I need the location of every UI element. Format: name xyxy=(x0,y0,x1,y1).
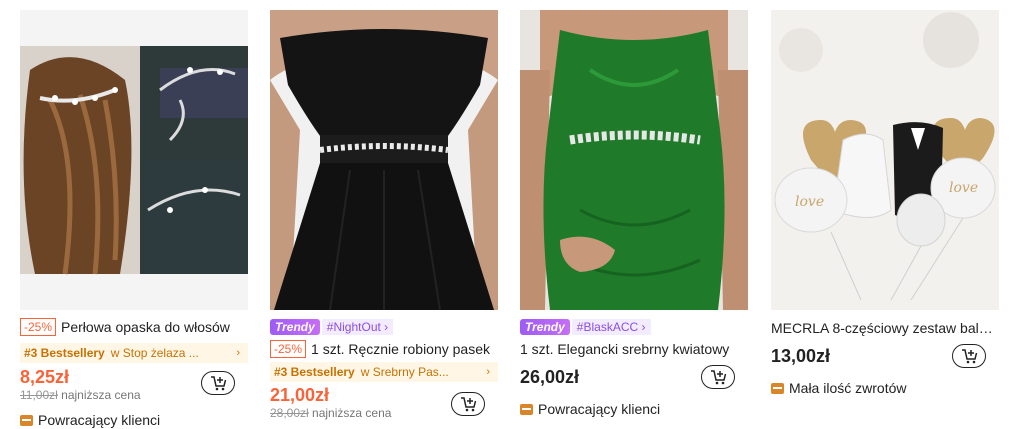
chevron-right-icon: › xyxy=(641,320,646,334)
returns-label: Mała ilość zwrotów xyxy=(789,380,907,396)
product-image[interactable] xyxy=(20,10,248,310)
return-box-icon xyxy=(20,415,33,426)
returns-info: Mała ilość zwrotów xyxy=(771,379,999,397)
lowest-price-label: najniższa cena xyxy=(312,406,392,420)
product-card[interactable]: -25% Perłowa opaska do włosów #3 Bestsell… xyxy=(20,10,248,428)
add-to-cart-button[interactable] xyxy=(201,371,235,395)
returns-label: Powracający klienci xyxy=(38,412,161,428)
trendy-row[interactable]: Trendy #BlaskACC › xyxy=(520,319,748,335)
add-to-cart-button[interactable] xyxy=(952,344,986,368)
trendy-badge: Trendy xyxy=(520,319,570,335)
product-card[interactable]: love love MECRLA 8-częściowy zestaw balo… xyxy=(771,10,999,423)
hashtag-label: #BlaskACC xyxy=(576,320,639,334)
product-card[interactable]: Trendy #BlaskACC › 1 szt. Elegancki srebr… xyxy=(520,10,748,423)
bestseller-rank: #3 Bestsellery xyxy=(24,346,105,360)
add-to-cart-icon xyxy=(461,397,477,412)
lowest-price-label: najniższa cena xyxy=(61,388,141,402)
chevron-right-icon: › xyxy=(486,366,490,378)
product-title[interactable]: 1 szt. Elegancki srebrny kwiatowy xyxy=(520,340,748,358)
returns-info: Powracający klienci xyxy=(20,411,248,429)
old-price: 11,00zł xyxy=(20,388,58,402)
returns-info: Powracający klienci xyxy=(520,400,748,418)
balloon-text: love xyxy=(949,180,978,196)
product-title[interactable]: 1 szt. Ręcznie robiony pasek xyxy=(311,341,490,357)
return-box-icon xyxy=(771,383,784,394)
returns-label: Powracający klienci xyxy=(538,401,661,417)
product-card[interactable]: Trendy #NightOut › -25% 1 szt. Ręcznie rob… xyxy=(270,10,498,423)
add-to-cart-button[interactable] xyxy=(701,365,735,389)
product-title-row[interactable]: -25% 1 szt. Ręcznie robiony pasek xyxy=(270,340,498,358)
hashtag-badge[interactable]: #NightOut › xyxy=(321,319,394,335)
bestseller-rank: #3 Bestsellery xyxy=(274,365,355,379)
old-price: 28,00zł xyxy=(270,406,309,420)
discount-badge: -25% xyxy=(20,318,57,336)
chevron-right-icon: › xyxy=(384,320,389,334)
return-box-icon xyxy=(520,404,533,415)
add-to-cart-icon xyxy=(711,370,727,385)
hashtag-label: #NightOut xyxy=(326,320,381,334)
add-to-cart-icon xyxy=(962,349,978,364)
add-to-cart-icon xyxy=(211,376,227,391)
balloon-text: love xyxy=(795,194,824,210)
add-to-cart-button[interactable] xyxy=(451,392,485,416)
hashtag-badge[interactable]: #BlaskACC › xyxy=(571,319,651,335)
discount-badge: -25% xyxy=(270,340,307,358)
product-title-row[interactable]: -25% Perłowa opaska do włosów xyxy=(20,318,248,336)
product-image[interactable] xyxy=(520,10,748,310)
bestseller-badge[interactable]: #3 Bestsellery w Srebrny Pas... › xyxy=(270,362,498,382)
product-image[interactable]: love love xyxy=(771,10,999,310)
trendy-badge: Trendy xyxy=(270,319,320,335)
trendy-row[interactable]: Trendy #NightOut › xyxy=(270,319,498,335)
bestseller-badge[interactable]: #3 Bestsellery w Stop żelaza ... › xyxy=(20,343,248,363)
product-title[interactable]: MECRLA 8-częściowy zestaw balonów xyxy=(771,319,999,337)
product-image[interactable] xyxy=(270,10,498,310)
product-title[interactable]: Perłowa opaska do włosów xyxy=(61,319,230,335)
bestseller-category: w Srebrny Pas... xyxy=(360,365,449,379)
bestseller-category: w Stop żelaza ... xyxy=(110,346,199,360)
chevron-right-icon: › xyxy=(236,347,240,359)
